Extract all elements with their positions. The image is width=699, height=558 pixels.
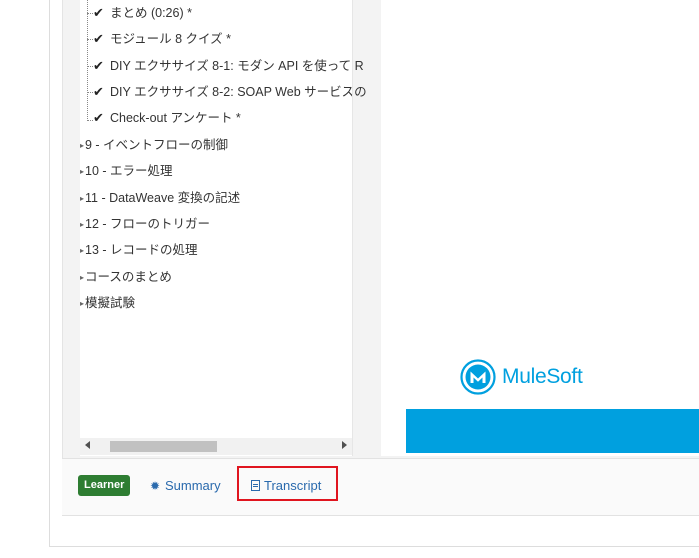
mulesoft-logo: MuleSoft [460, 357, 583, 397]
mulesoft-wordmark: MuleSoft [502, 365, 583, 388]
toc-section-item[interactable]: ▸13 - レコードの処理 [80, 240, 198, 260]
toc-lesson-item[interactable]: ✔ DIY エクササイズ 8-1: モダン API を使って R [93, 55, 364, 77]
check-icon: ✔ [93, 84, 104, 99]
toc-lesson-item[interactable]: ✔ Check-out アンケート * [93, 107, 241, 129]
toc-section-label: 9 - イベントフローの制御 [85, 138, 229, 152]
check-icon: ✔ [93, 31, 104, 46]
scrollbar-thumb[interactable] [110, 441, 217, 452]
gear-icon: ✹ [150, 479, 161, 493]
toc-lesson-label: DIY エクササイズ 8-1: モダン API を使って R [110, 59, 364, 73]
toc-section-item[interactable]: ▸9 - イベントフローの制御 [80, 135, 228, 155]
summary-tab[interactable]: ✹ Summary [150, 477, 221, 494]
outer-frame-bottom-border [49, 546, 699, 547]
toc-lesson-label: Check-out アンケート * [110, 111, 241, 125]
scroll-left-arrow-icon[interactable] [85, 441, 90, 449]
scroll-right-arrow-icon[interactable] [342, 441, 347, 449]
document-icon [251, 480, 260, 491]
toc-section-item[interactable]: ▸模擬試験 [80, 293, 135, 313]
toc-lesson-label: DIY エクササイズ 8-2: SOAP Web サービスの [110, 85, 367, 99]
toc-section-label: 10 - エラー処理 [85, 164, 173, 178]
toc-section-item[interactable]: ▸コースのまとめ [80, 267, 172, 287]
learner-badge: Learner [78, 475, 131, 496]
toc-section-label: 13 - レコードの処理 [85, 243, 198, 257]
toc-lesson-item[interactable]: ✔ まとめ (0:26) * [93, 2, 192, 24]
toc-section-label: 模擬試験 [85, 296, 136, 310]
toc-lesson-label: モジュール 8 クイズ * [110, 32, 231, 46]
check-icon: ✔ [93, 5, 104, 20]
check-icon: ✔ [93, 58, 104, 73]
mulesoft-mark-icon [460, 359, 496, 395]
toc-section-label: 11 - DataWeave 変換の記述 [85, 191, 241, 205]
toc-section-item[interactable]: ▸10 - エラー処理 [80, 161, 173, 181]
toc-panel-divider [352, 0, 353, 456]
slide-preview [406, 0, 699, 409]
transcript-tab-label: Transcript [264, 478, 322, 493]
toc-section-label: コースのまとめ [85, 270, 172, 284]
check-icon: ✔ [93, 110, 104, 125]
content-area-left-border [62, 0, 63, 514]
tree-connector-line [87, 0, 88, 121]
slide-blue-band [406, 409, 699, 453]
summary-tab-label: Summary [165, 478, 221, 493]
toc-lesson-label: まとめ (0:26) * [110, 6, 192, 20]
toc-section-item[interactable]: ▸11 - DataWeave 変換の記述 [80, 188, 240, 208]
outer-frame-left-border [49, 0, 50, 546]
horizontal-scrollbar[interactable] [80, 438, 352, 455]
transcript-tab[interactable]: Transcript [251, 477, 321, 494]
toc-lesson-item[interactable]: ✔ DIY エクササイズ 8-2: SOAP Web サービスの [93, 81, 367, 103]
toc-section-item[interactable]: ▸12 - フローのトリガー [80, 214, 210, 234]
toc-lesson-item[interactable]: ✔ モジュール 8 クイズ * [93, 28, 231, 50]
toc-section-label: 12 - フローのトリガー [85, 217, 211, 231]
